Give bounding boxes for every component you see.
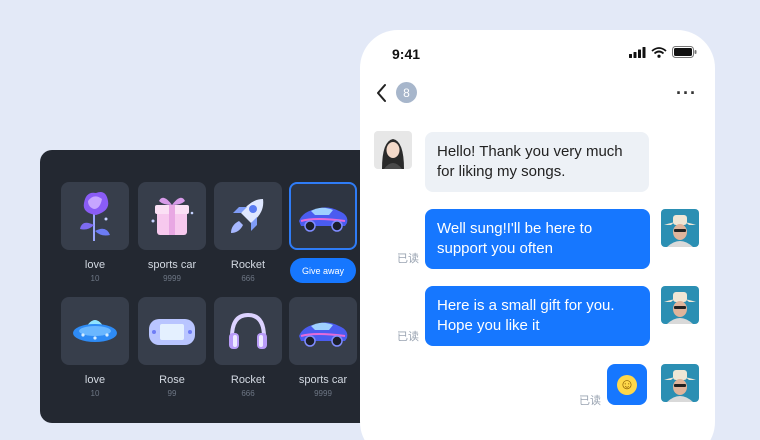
- gift-panel: love 10 sports car 9999 Rocket 666 Give …: [40, 150, 380, 423]
- sports-car-icon: [299, 207, 348, 232]
- gift-tile-selected[interactable]: [289, 182, 357, 250]
- gift-box-icon: [151, 197, 194, 235]
- smiley-emoji-icon: ☺: [617, 374, 637, 395]
- sender-avatar[interactable]: [374, 131, 412, 169]
- read-receipt: 已读: [397, 253, 419, 265]
- ufo-icon: [73, 320, 117, 342]
- gift-tile[interactable]: [138, 182, 206, 250]
- read-receipt: 已读: [579, 395, 601, 407]
- status-icons: [629, 46, 697, 58]
- signal-icon: [629, 46, 646, 58]
- unread-count-badge: 8: [396, 82, 417, 103]
- wifi-icon: [651, 46, 667, 58]
- gift-name: sports car: [298, 374, 348, 386]
- rose-icon: [80, 192, 110, 241]
- message-bubble-incoming: Hello! Thank you very much for liking my…: [425, 132, 649, 192]
- my-avatar[interactable]: [661, 209, 699, 247]
- game-console-icon: [149, 319, 195, 345]
- read-receipt: 已读: [397, 331, 419, 343]
- gift-tile[interactable]: [61, 182, 129, 250]
- gift-price: 9999: [314, 389, 332, 398]
- gift-tile[interactable]: [138, 297, 206, 365]
- emoji-message-bubble: ☺: [607, 364, 647, 405]
- more-options-icon[interactable]: ···: [676, 83, 697, 104]
- message-bubble-outgoing: Well sung!I'll be here to support you of…: [425, 209, 650, 269]
- my-avatar[interactable]: [661, 286, 699, 324]
- rocket-icon: [231, 199, 264, 233]
- battery-icon: [672, 46, 697, 58]
- gift-item-selected-sports-car[interactable]: Give away: [278, 182, 368, 283]
- sports-car-icon: [299, 322, 348, 347]
- status-time: 9:41: [392, 46, 421, 62]
- give-away-button[interactable]: Give away: [290, 258, 356, 283]
- back-chevron-icon[interactable]: [374, 82, 390, 104]
- gift-tile[interactable]: [61, 297, 129, 365]
- headphones-icon: [229, 312, 267, 349]
- my-avatar[interactable]: [661, 364, 699, 402]
- phone-chat-window: 9:41 8 ··· Hello! Thank you very much fo…: [360, 30, 715, 440]
- gift-item-sports-car[interactable]: sports car 9999: [278, 297, 368, 398]
- message-bubble-outgoing: Here is a small gift for you. Hope you l…: [425, 286, 650, 346]
- gift-tile[interactable]: [214, 182, 282, 250]
- gift-tile[interactable]: [214, 297, 282, 365]
- gift-tile[interactable]: [289, 297, 357, 365]
